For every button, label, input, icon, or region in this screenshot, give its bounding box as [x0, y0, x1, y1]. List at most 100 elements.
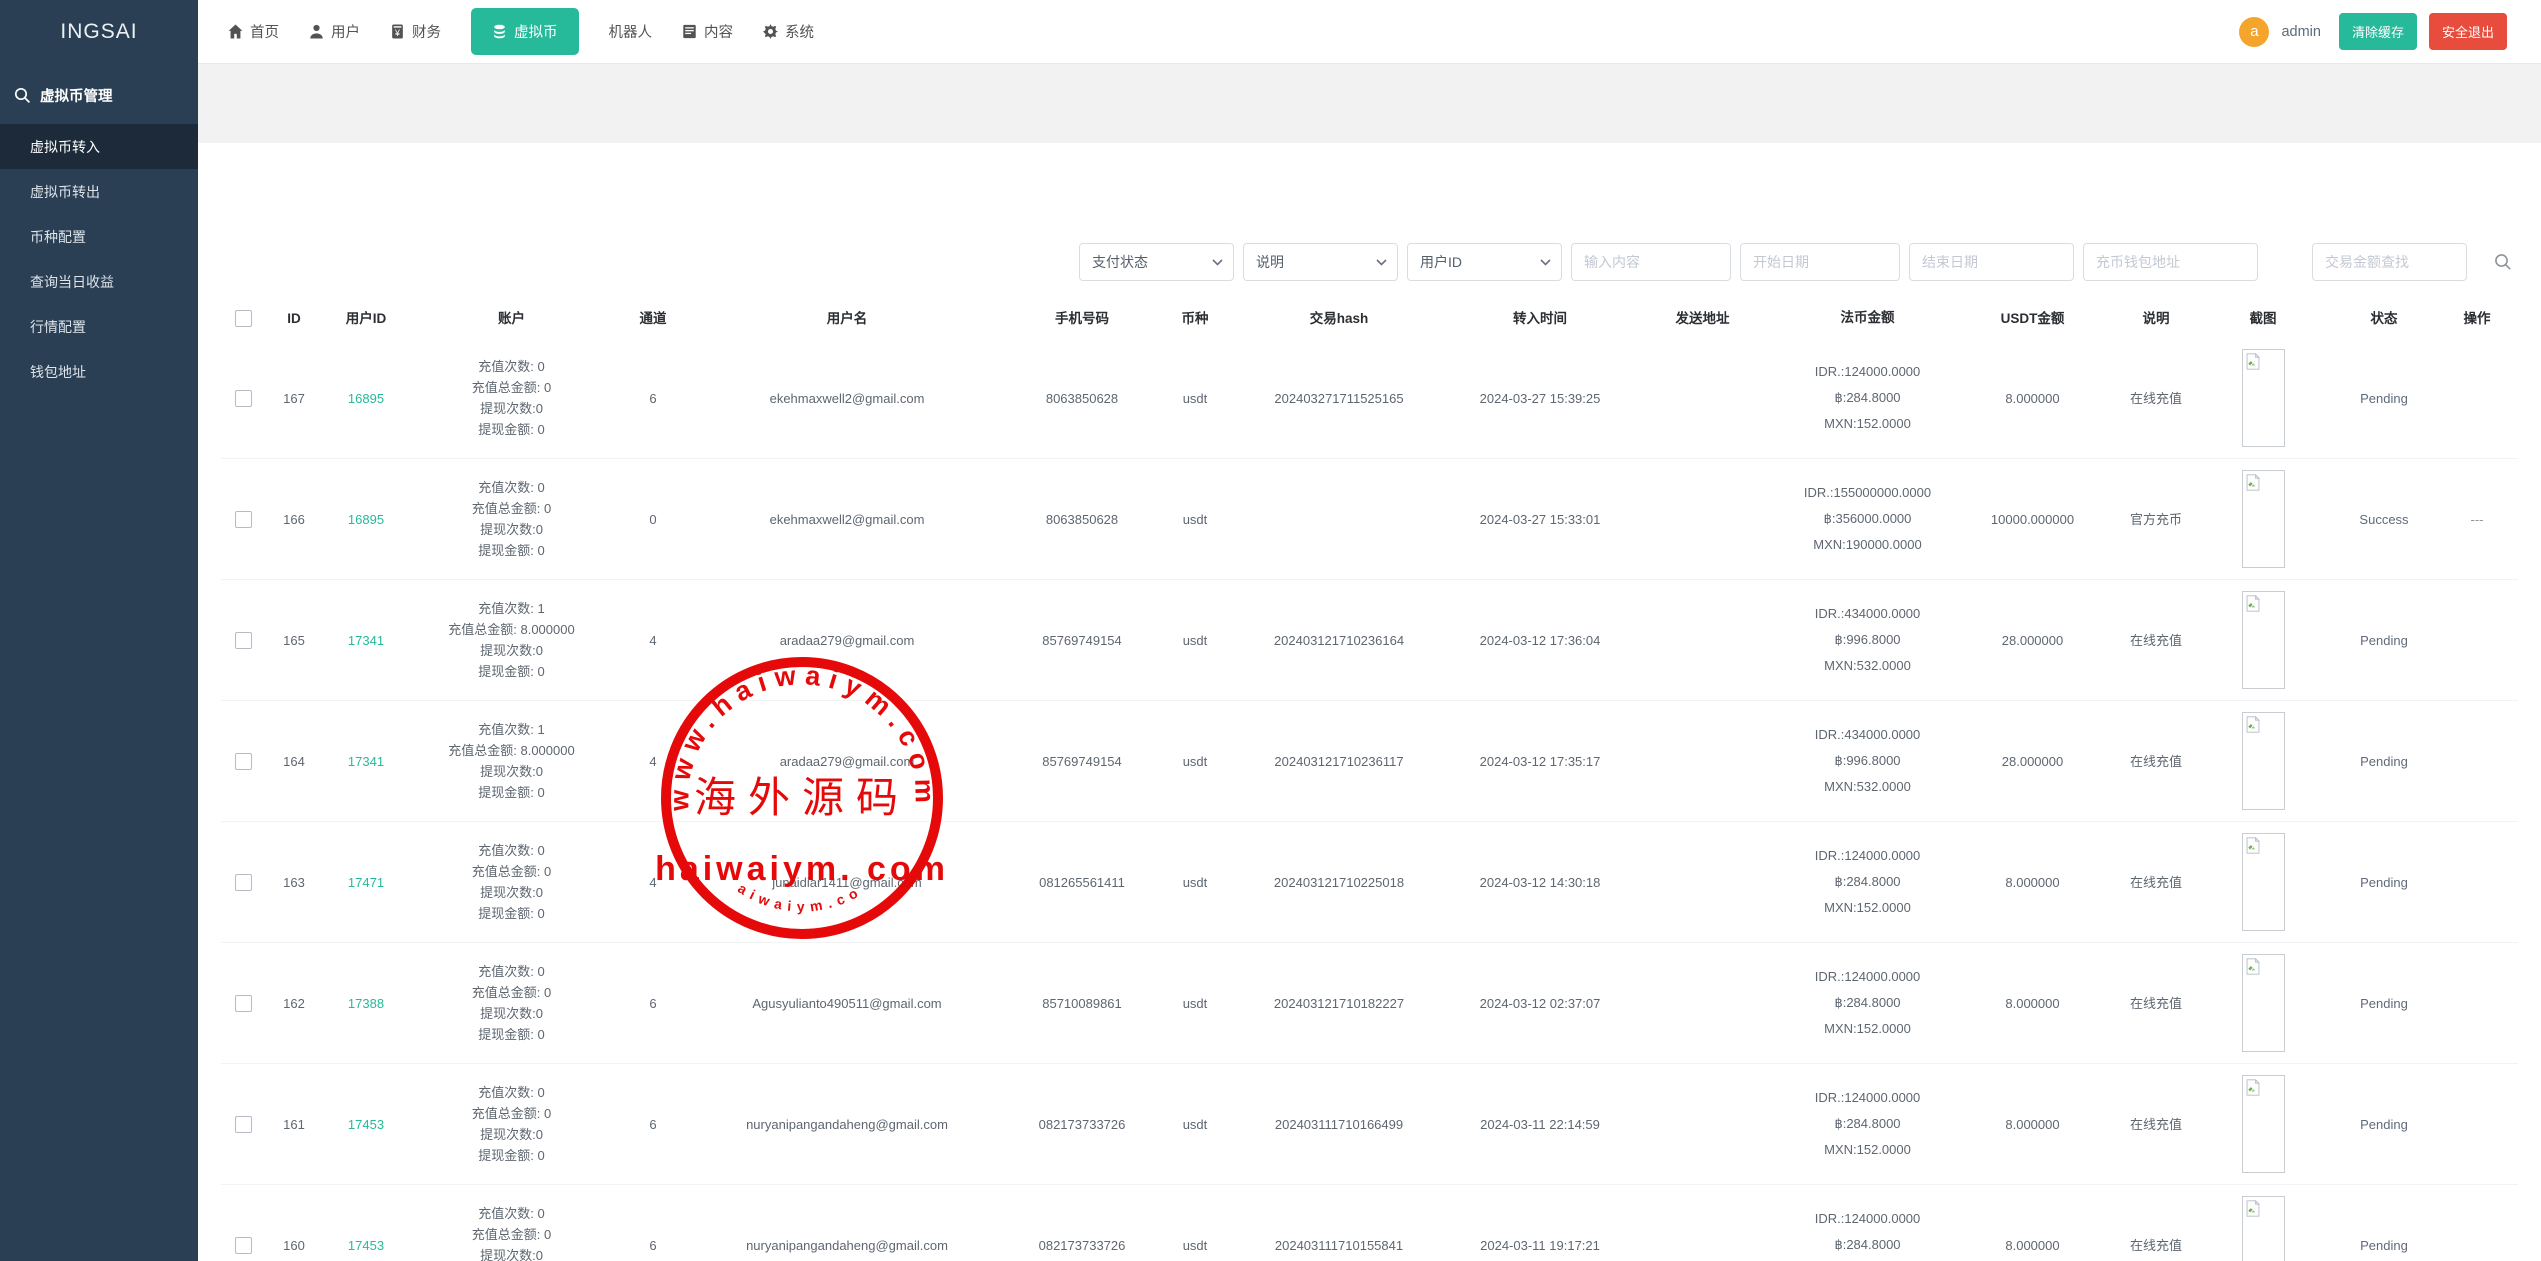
user-id-link[interactable]: 17471: [348, 872, 384, 893]
screenshot-thumbnail[interactable]: [2242, 470, 2285, 568]
cell-time: 2024-03-27 15:39:25: [1450, 388, 1630, 409]
filter-bar: 支付状态 说明 用户ID: [221, 243, 2518, 281]
cell-channel: 6: [614, 1235, 692, 1256]
cell-id: 167: [265, 388, 323, 409]
sidebar-item-market-config[interactable]: 行情配置: [0, 304, 198, 349]
row-checkbox[interactable]: [235, 1237, 252, 1254]
finance-icon: ¥: [390, 24, 405, 39]
sidebar-item-crypto-in[interactable]: 虚拟币转入: [0, 124, 198, 169]
username-label: admin: [2281, 24, 2321, 40]
user-id-link[interactable]: 16895: [348, 388, 384, 409]
cell-status: Pending: [2319, 1235, 2449, 1256]
broken-image-icon: [2246, 716, 2260, 733]
content-icon: [682, 24, 697, 39]
end-date-input[interactable]: [1909, 243, 2074, 281]
cell-username: junaidiar1411@gmail.com: [692, 872, 1002, 893]
cell-account-stats: 充值次数: 0充值总金额: 0提现次数:0提现金额: 0: [409, 1082, 614, 1166]
cell-usdt-amount: 8.000000: [1960, 872, 2105, 893]
column-header-coin: 币种: [1162, 308, 1228, 329]
screenshot-thumbnail[interactable]: [2242, 833, 2285, 931]
cell-id: 161: [265, 1114, 323, 1135]
cell-account-stats: 充值次数: 0充值总金额: 0提现次数:0提现金额: 0: [409, 356, 614, 440]
row-checkbox[interactable]: [235, 753, 252, 770]
nav-item-crypto[interactable]: 虚拟币: [471, 8, 579, 55]
sidebar-title-label: 虚拟币管理: [40, 85, 113, 106]
select-value: 用户ID: [1420, 252, 1462, 272]
sidebar-item-coin-config[interactable]: 币种配置: [0, 214, 198, 259]
amount-search-input[interactable]: [2312, 243, 2467, 281]
nav-item-label: 首页: [250, 21, 279, 42]
cell-usdt-amount: 8.000000: [1960, 1235, 2105, 1256]
sidebar-item-label: 虚拟币转出: [30, 182, 100, 202]
column-header-hash: 交易hash: [1228, 308, 1450, 329]
nav-item-label: 用户: [331, 21, 360, 42]
cell-account-stats: 充值次数: 0充值总金额: 0提现次数:0提现金额: 0: [409, 1203, 614, 1261]
screenshot-thumbnail[interactable]: [2242, 954, 2285, 1052]
sidebar-item-crypto-out[interactable]: 虚拟币转出: [0, 169, 198, 214]
nav-item-system[interactable]: 系统: [763, 21, 814, 42]
nav-item-robot[interactable]: 机器人: [609, 21, 653, 42]
cell-account-stats: 充值次数: 0充值总金额: 0提现次数:0提现金额: 0: [409, 840, 614, 924]
screenshot-thumbnail[interactable]: [2242, 591, 2285, 689]
user-id-link[interactable]: 17453: [348, 1114, 384, 1135]
screenshot-thumbnail[interactable]: [2242, 349, 2285, 447]
broken-image-icon: [2246, 1200, 2260, 1217]
nav-item-users[interactable]: 用户: [309, 21, 360, 42]
user-id-select[interactable]: 用户ID: [1407, 243, 1562, 281]
cell-usdt-amount: 8.000000: [1960, 993, 2105, 1014]
select-all-checkbox[interactable]: [235, 310, 252, 327]
cell-usdt-amount: 8.000000: [1960, 1114, 2105, 1135]
cell-id: 164: [265, 751, 323, 772]
cell-coin: usdt: [1162, 872, 1228, 893]
svg-text:¥: ¥: [394, 28, 400, 38]
sidebar-item-label: 钱包地址: [30, 362, 86, 382]
cell-fiat-amounts: IDR.:124000.0000฿:284.8000MXN:152.0000: [1775, 1085, 1960, 1163]
search-button[interactable]: [2488, 247, 2518, 277]
cell-note: 在线充值: [2105, 872, 2207, 893]
cell-coin: usdt: [1162, 993, 1228, 1014]
sidebar-item-wallet-address[interactable]: 钱包地址: [0, 349, 198, 394]
cell-coin: usdt: [1162, 751, 1228, 772]
user-id-link[interactable]: 17341: [348, 751, 384, 772]
avatar[interactable]: a: [2239, 17, 2269, 47]
user-id-link[interactable]: 17453: [348, 1235, 384, 1256]
user-id-link[interactable]: 17388: [348, 993, 384, 1014]
table-row: 164 17341 充值次数: 1充值总金额: 8.000000提现次数:0提现…: [221, 701, 2518, 822]
row-checkbox[interactable]: [235, 874, 252, 891]
user-id-link[interactable]: 16895: [348, 509, 384, 530]
pay-status-select[interactable]: 支付状态: [1079, 243, 1234, 281]
cell-time: 2024-03-11 19:17:21: [1450, 1235, 1630, 1256]
start-date-input[interactable]: [1740, 243, 1900, 281]
chevron-down-icon: [1376, 259, 1387, 266]
content-input[interactable]: [1571, 243, 1731, 281]
wallet-address-input[interactable]: [2083, 243, 2258, 281]
row-checkbox[interactable]: [235, 995, 252, 1012]
sidebar-item-daily-profit[interactable]: 查询当日收益: [0, 259, 198, 304]
cell-hash: 202403111710155841: [1228, 1235, 1450, 1256]
user-id-link[interactable]: 17341: [348, 630, 384, 651]
row-checkbox[interactable]: [235, 632, 252, 649]
column-header-fiat: 法币金额: [1775, 305, 1960, 331]
row-checkbox[interactable]: [235, 1116, 252, 1133]
gear-icon: [763, 24, 778, 39]
cell-phone: 8063850628: [1002, 509, 1162, 530]
cell-username: aradaa279@gmail.com: [692, 751, 1002, 772]
clear-cache-button[interactable]: 清除缓存: [2339, 13, 2417, 50]
screenshot-thumbnail[interactable]: [2242, 1196, 2285, 1261]
nav-item-content[interactable]: 内容: [682, 21, 733, 42]
nav-item-finance[interactable]: ¥ 财务: [390, 21, 441, 42]
cell-id: 162: [265, 993, 323, 1014]
cell-id: 165: [265, 630, 323, 651]
row-checkbox[interactable]: [235, 390, 252, 407]
column-header-phone: 手机号码: [1002, 308, 1162, 329]
row-checkbox[interactable]: [235, 511, 252, 528]
table-row: 166 16895 充值次数: 0充值总金额: 0提现次数:0提现金额: 0 0…: [221, 459, 2518, 580]
nav-item-home[interactable]: 首页: [228, 21, 279, 42]
cell-action[interactable]: ---: [2449, 509, 2505, 530]
screenshot-thumbnail[interactable]: [2242, 1075, 2285, 1173]
broken-image-icon: [2246, 353, 2260, 370]
note-select[interactable]: 说明: [1243, 243, 1398, 281]
screenshot-thumbnail[interactable]: [2242, 712, 2285, 810]
cell-channel: 6: [614, 1114, 692, 1135]
logout-button[interactable]: 安全退出: [2429, 13, 2507, 50]
